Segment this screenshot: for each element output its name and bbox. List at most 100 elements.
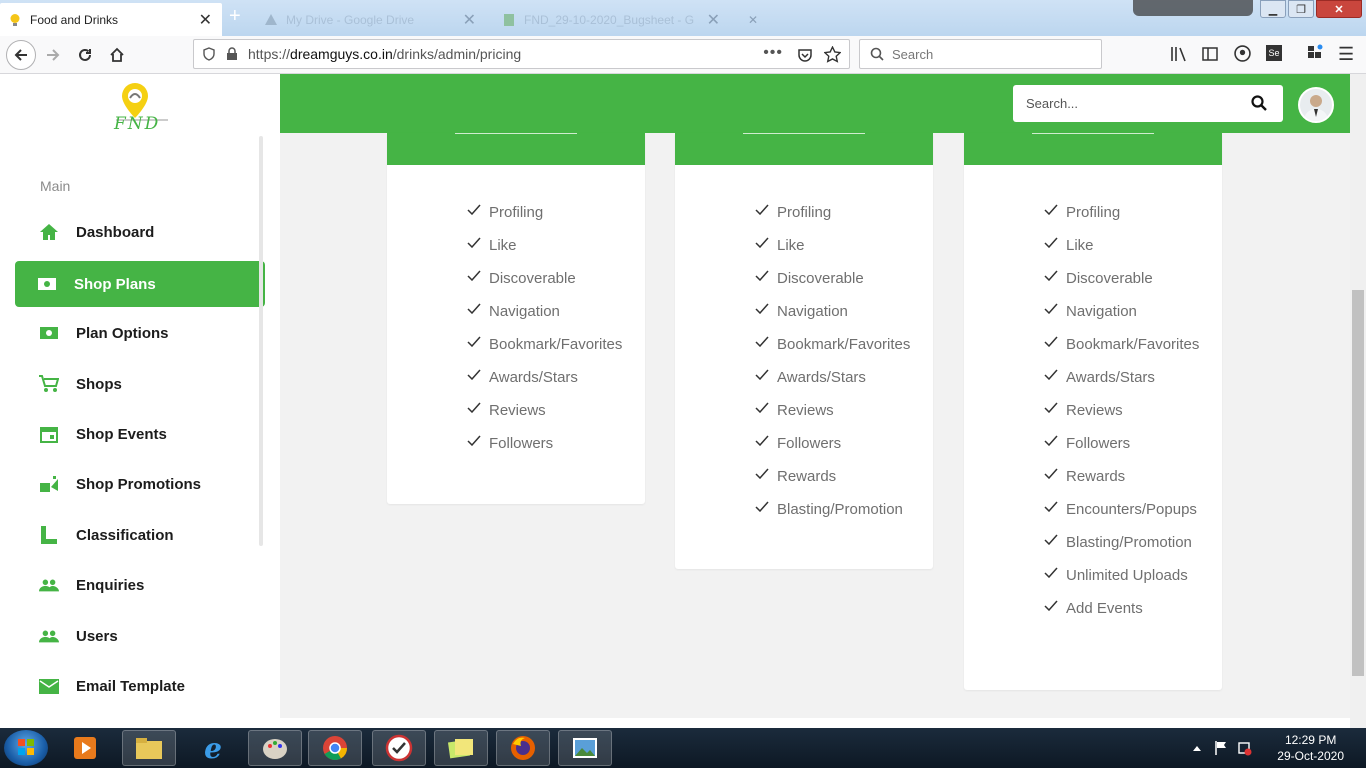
minimize-button[interactable]: ▁	[1260, 0, 1286, 18]
feature-label: Discoverable	[777, 270, 864, 287]
pocket-icon[interactable]	[797, 47, 813, 63]
feature-label: Bookmark/Favorites	[489, 336, 623, 353]
sidebar-item-enquiries[interactable]: Enquiries	[15, 562, 265, 608]
tab-food-and-drinks[interactable]: Food and Drinks ✕	[0, 3, 222, 36]
feature-label: Blasting/Promotion	[1066, 534, 1192, 551]
sticky-notes-icon[interactable]	[434, 730, 488, 766]
feature-label: Bookmark/Favorites	[777, 336, 911, 353]
plan-card: Profiling Like Discoverable Navigation Bookm…	[387, 133, 645, 504]
feature-item: Bookmark/Favorites	[964, 326, 1222, 359]
sheets-favicon-icon	[504, 13, 514, 26]
feature-label: Navigation	[1066, 303, 1137, 320]
restore-button[interactable]: ❐	[1288, 0, 1314, 18]
sidebar-item-shop-events[interactable]: Shop Events	[15, 411, 265, 457]
sidebar-item-shop-plans[interactable]: Shop Plans	[15, 261, 265, 307]
money-icon	[37, 274, 57, 294]
menu-icon[interactable]: ☰	[1338, 44, 1354, 65]
feature-item: Reviews	[387, 392, 645, 425]
home-button[interactable]	[104, 42, 130, 68]
check-icon	[755, 237, 769, 248]
feature-item: Awards/Stars	[387, 359, 645, 392]
sidebar-item-users[interactable]: Users	[15, 613, 265, 659]
feature-label: Awards/Stars	[777, 369, 866, 386]
feature-item: Followers	[387, 425, 645, 458]
drive-favicon-icon	[265, 13, 277, 25]
tab-overflow-icon[interactable]: ✕	[740, 3, 764, 36]
check-icon	[1044, 204, 1058, 215]
tab-bugsheet[interactable]: FND_29-10-2020_Bugsheet - G ✕	[494, 3, 730, 36]
sidebar-item-label: Classification	[76, 526, 174, 544]
fnd-logo[interactable]: FND	[106, 80, 178, 136]
close-tab-icon[interactable]: ✕	[707, 10, 720, 30]
search-icon[interactable]	[1251, 95, 1267, 111]
arrow-right-icon	[47, 49, 60, 61]
page-actions-icon[interactable]: •••	[763, 44, 783, 62]
start-button[interactable]	[4, 730, 48, 766]
sidebar-item-plan-options[interactable]: Plan Options	[15, 310, 265, 356]
url-path: /drinks/admin/pricing	[392, 46, 522, 62]
tray-expand-icon[interactable]	[1192, 744, 1202, 752]
library-icon[interactable]	[1170, 46, 1188, 62]
app-search-input[interactable]: Search...	[1013, 85, 1283, 122]
feature-item: Like	[675, 227, 933, 260]
paint-icon[interactable]	[248, 730, 302, 766]
action-center-flag-icon[interactable]	[1214, 740, 1228, 756]
internet-explorer-icon[interactable]: e	[186, 730, 240, 766]
feature-label: Encounters/Popups	[1066, 501, 1197, 518]
feature-item: Add Events	[964, 590, 1222, 623]
tab-google-drive[interactable]: My Drive - Google Drive ✕	[256, 3, 486, 36]
new-tab-button[interactable]: +	[229, 6, 241, 26]
user-avatar[interactable]	[1298, 87, 1334, 123]
url-bar[interactable]: https://dreamguys.co.in/drinks/admin/pri…	[193, 39, 850, 69]
feature-item: Awards/Stars	[964, 359, 1222, 392]
firefox-icon[interactable]	[496, 730, 550, 766]
extensions-icon[interactable]	[1306, 44, 1324, 62]
media-player-icon[interactable]	[58, 730, 112, 766]
forward-button[interactable]	[40, 42, 66, 68]
feature-item: Profiling	[387, 194, 645, 227]
sidebar-item-shops[interactable]: Shops	[15, 361, 265, 407]
clock-app-icon[interactable]	[372, 730, 426, 766]
check-icon	[755, 501, 769, 512]
cart-icon	[39, 374, 59, 394]
feature-label: Followers	[489, 435, 554, 452]
sidebar-scrollbar[interactable]	[259, 136, 263, 546]
arrow-left-icon	[14, 49, 27, 61]
photo-viewer-icon[interactable]	[558, 730, 612, 766]
bookmark-star-icon[interactable]	[824, 46, 841, 63]
sidebar: FND Main Dashboard Shop Plans Plan Optio…	[0, 74, 280, 728]
account-icon[interactable]	[1234, 45, 1251, 62]
browser-search-box[interactable]: Search	[859, 39, 1102, 69]
feature-item: Profiling	[675, 194, 933, 227]
close-tab-icon[interactable]: ✕	[463, 10, 476, 30]
feature-label: Add Events	[1066, 600, 1143, 617]
back-button[interactable]	[6, 40, 36, 70]
check-icon	[755, 468, 769, 479]
network-warning-icon[interactable]	[1238, 740, 1252, 756]
sidebar-toggle-icon[interactable]	[1202, 46, 1218, 62]
calendar-icon	[39, 424, 59, 444]
file-explorer-icon[interactable]	[122, 730, 176, 766]
selenium-extension-icon[interactable]: Se	[1266, 45, 1282, 61]
close-tab-icon[interactable]: ✕	[199, 10, 212, 30]
people-icon	[39, 626, 59, 646]
reload-button[interactable]	[72, 42, 98, 68]
close-window-button[interactable]: ✕	[1316, 0, 1362, 18]
feature-label: Reviews	[777, 402, 834, 419]
system-clock[interactable]: 12:29 PM 29-Oct-2020	[1277, 732, 1344, 764]
sidebar-item-dashboard[interactable]: Dashboard	[15, 209, 265, 255]
sidebar-item-label: Shops	[76, 375, 122, 393]
feature-label: Followers	[1066, 435, 1131, 452]
sidebar-item-shop-promotions[interactable]: Shop Promotions	[15, 461, 265, 507]
check-icon	[1044, 567, 1058, 578]
search-icon	[870, 47, 884, 61]
sidebar-item-email-template[interactable]: Email Template	[15, 663, 265, 709]
feature-label: Profiling	[489, 204, 544, 221]
chrome-icon[interactable]	[308, 730, 362, 766]
page-scrollbar-thumb[interactable]	[1352, 290, 1364, 676]
shield-icon	[203, 47, 215, 61]
feature-item: Blasting/Promotion	[675, 491, 933, 524]
feature-item: Reviews	[675, 392, 933, 425]
sidebar-item-classification[interactable]: Classification	[15, 512, 265, 558]
check-icon	[467, 270, 481, 281]
